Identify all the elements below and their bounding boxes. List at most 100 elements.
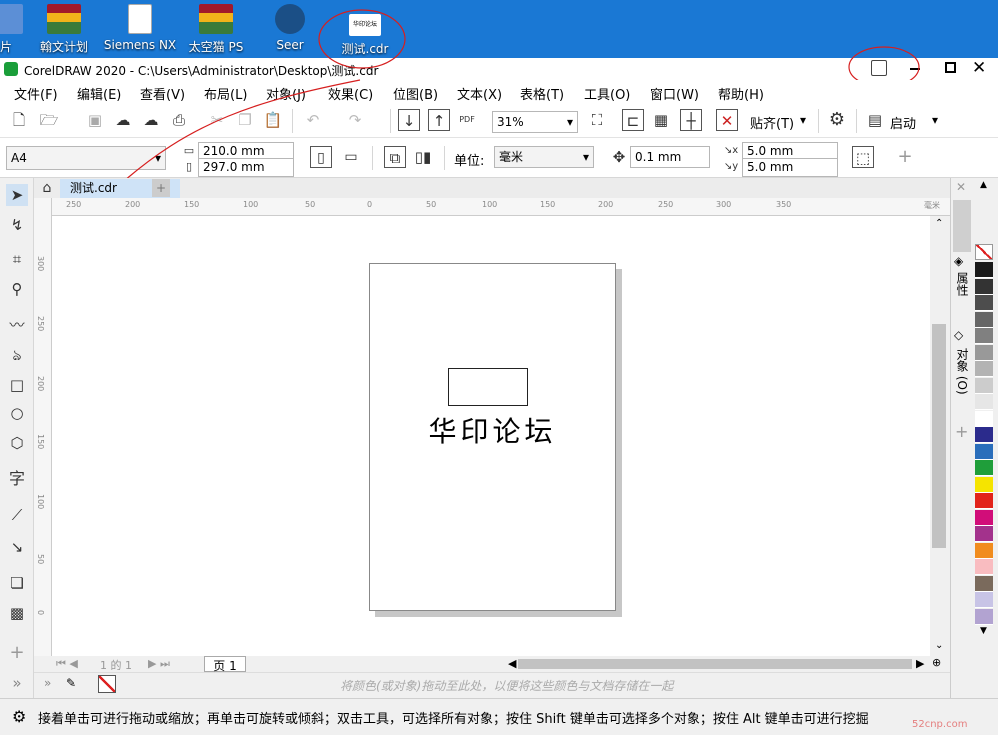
color-swatch[interactable] xyxy=(975,377,993,394)
color-swatch[interactable] xyxy=(975,278,993,295)
last-page-icon[interactable]: ▶ ⏭ xyxy=(148,657,170,671)
status-bar: ⚙ 接着单击可进行拖动或缩放；再单击可旋转或倾斜；双击工具，可选择所有对象；按住… xyxy=(0,698,998,735)
page-border-icon[interactable]: ⬚ xyxy=(852,146,874,168)
show-rulers-icon[interactable]: ⊏ xyxy=(622,109,644,131)
vertical-scrollbar[interactable]: ⌃ ⌄ xyxy=(930,216,950,656)
color-swatch[interactable] xyxy=(975,509,993,526)
drop-shadow-icon[interactable]: ❏ xyxy=(6,572,28,594)
connector-tool-icon[interactable]: ↘ xyxy=(6,536,28,558)
freehand-tool-icon[interactable]: 〰 xyxy=(6,314,28,336)
color-swatch[interactable] xyxy=(975,526,993,542)
page-tab-1[interactable]: 页 1 xyxy=(204,656,246,673)
scroll-up-icon[interactable]: ⌃ xyxy=(935,218,943,229)
horizontal-scroll-thumb[interactable] xyxy=(518,659,912,669)
page[interactable]: 华印论坛 xyxy=(369,263,616,611)
toolbox: ➤ ↯ ⌗ ⚲ 〰 ঌ □ ○ ⬡ 字 ⟋ ↘ ❏ ▩ + » xyxy=(0,178,34,698)
menu-window[interactable]: 窗口(W) xyxy=(650,84,699,103)
home-icon[interactable]: ⌂ xyxy=(36,177,58,199)
color-swatch[interactable] xyxy=(975,262,993,278)
zoom-tool-icon[interactable]: ⚲ xyxy=(6,278,28,300)
color-swatch[interactable] xyxy=(975,608,993,625)
color-swatch[interactable] xyxy=(975,443,993,460)
desktop-icon-winrar-1[interactable]: 翰文计划 xyxy=(24,2,104,56)
tab-properties[interactable]: 属性 xyxy=(954,272,971,296)
zoom-level-combo[interactable]: 31% ▾ xyxy=(492,111,578,133)
artistic-media-icon[interactable]: ঌ xyxy=(6,344,28,366)
text-object[interactable]: 华印论坛 xyxy=(370,410,615,450)
no-color-swatch[interactable] xyxy=(98,675,116,693)
page-count: 1 的 1 xyxy=(100,659,132,672)
unit-select[interactable]: 毫米 ▾ xyxy=(494,146,594,168)
menu-table[interactable]: 表格(T) xyxy=(520,84,564,103)
new-document-icon[interactable]: 🗋 xyxy=(8,109,30,131)
color-swatch[interactable] xyxy=(975,394,993,410)
color-swatch[interactable] xyxy=(975,542,993,559)
eyedropper-icon[interactable]: ✎ xyxy=(66,676,76,690)
close-docker-icon[interactable]: ✕ xyxy=(956,180,966,194)
maximize-button[interactable] xyxy=(945,62,956,73)
crop-tool-icon[interactable]: ⌗ xyxy=(6,248,28,270)
launch-icon[interactable]: ▤ xyxy=(864,109,886,131)
rectangle-object[interactable] xyxy=(448,368,528,406)
color-swatch[interactable] xyxy=(975,559,993,575)
pick-tool-icon[interactable]: ➤ xyxy=(6,184,28,206)
expand-icon[interactable]: » xyxy=(6,672,28,694)
chevron-down-icon[interactable]: ▾ xyxy=(800,113,806,127)
color-swatch[interactable] xyxy=(975,460,993,476)
menu-text[interactable]: 文本(X) xyxy=(457,84,502,103)
color-swatch[interactable] xyxy=(975,244,993,260)
nudge-distance-field[interactable]: 0.1 mm xyxy=(630,146,710,168)
save-icon[interactable]: ▣ xyxy=(84,109,106,131)
polygon-tool-icon[interactable]: ⬡ xyxy=(6,432,28,454)
show-grid-icon[interactable]: ▦ xyxy=(650,109,672,131)
launch-dropdown[interactable]: 启动 xyxy=(890,113,916,132)
text-tool-icon[interactable]: 字 xyxy=(6,468,28,490)
scroll-down-icon[interactable]: ⌄ xyxy=(935,640,943,651)
scroll-thumb[interactable] xyxy=(932,324,946,548)
color-swatch[interactable] xyxy=(975,592,993,608)
menu-tools[interactable]: 工具(O) xyxy=(584,84,630,103)
expand-icon[interactable]: » xyxy=(44,676,51,690)
color-swatch[interactable] xyxy=(975,493,993,509)
show-guides-icon[interactable]: ┼ xyxy=(680,109,702,131)
color-swatch[interactable] xyxy=(975,427,993,443)
add-icon[interactable]: + xyxy=(894,146,916,168)
snap-to-dropdown[interactable]: 贴齐(T) xyxy=(750,113,794,132)
hints-tab[interactable] xyxy=(953,200,971,252)
color-swatch[interactable] xyxy=(975,575,993,592)
snap-off-icon[interactable]: ✕ xyxy=(716,109,738,131)
close-button[interactable]: ✕ xyxy=(972,58,986,78)
shape-tool-icon[interactable]: ↯ xyxy=(6,214,28,236)
settings-gear-icon[interactable]: ⚙ xyxy=(12,707,26,726)
color-swatch[interactable] xyxy=(975,344,993,361)
menu-file[interactable]: 文件(F) xyxy=(14,84,58,103)
color-swatch[interactable] xyxy=(975,328,993,344)
scroll-right-icon[interactable]: ▶ xyxy=(916,657,924,670)
export-pdf-icon[interactable]: PDF xyxy=(456,109,478,131)
chevron-down-icon[interactable]: ▾ xyxy=(932,113,938,127)
zoom-icon[interactable]: ⊕ xyxy=(932,656,941,669)
add-tool-icon[interactable]: + xyxy=(6,642,28,664)
color-swatch[interactable] xyxy=(975,410,993,427)
ellipse-tool-icon[interactable]: ○ xyxy=(6,402,28,424)
add-docker-icon[interactable]: + xyxy=(955,422,968,441)
color-swatch[interactable] xyxy=(975,311,993,328)
tab-objects[interactable]: 对象 (O) xyxy=(954,348,971,395)
menu-help[interactable]: 帮助(H) xyxy=(718,84,764,103)
duplicate-y-field[interactable]: 5.0 mm xyxy=(742,158,838,177)
transparency-icon[interactable]: ▩ xyxy=(6,602,28,624)
scroll-left-icon[interactable]: ◀ xyxy=(508,657,516,670)
color-swatch[interactable] xyxy=(975,361,993,377)
color-swatch[interactable] xyxy=(975,476,993,493)
options-gear-icon[interactable]: ⚙ xyxy=(826,109,848,131)
open-folder-icon[interactable]: 🗁 xyxy=(38,109,60,131)
drawing-canvas[interactable]: 华印论坛 xyxy=(52,216,930,656)
first-page-icon[interactable]: ⏮ ◀ xyxy=(56,657,78,671)
dimension-tool-icon[interactable]: ⟋ xyxy=(6,504,28,526)
palette-down-icon[interactable]: ▼ xyxy=(980,626,987,636)
new-tab-icon[interactable]: + xyxy=(152,179,170,197)
color-swatch[interactable] xyxy=(975,295,993,311)
rectangle-tool-icon[interactable]: □ xyxy=(6,374,28,396)
full-screen-icon[interactable]: ⛶ xyxy=(586,109,608,131)
palette-up-icon[interactable]: ▲ xyxy=(980,180,987,190)
